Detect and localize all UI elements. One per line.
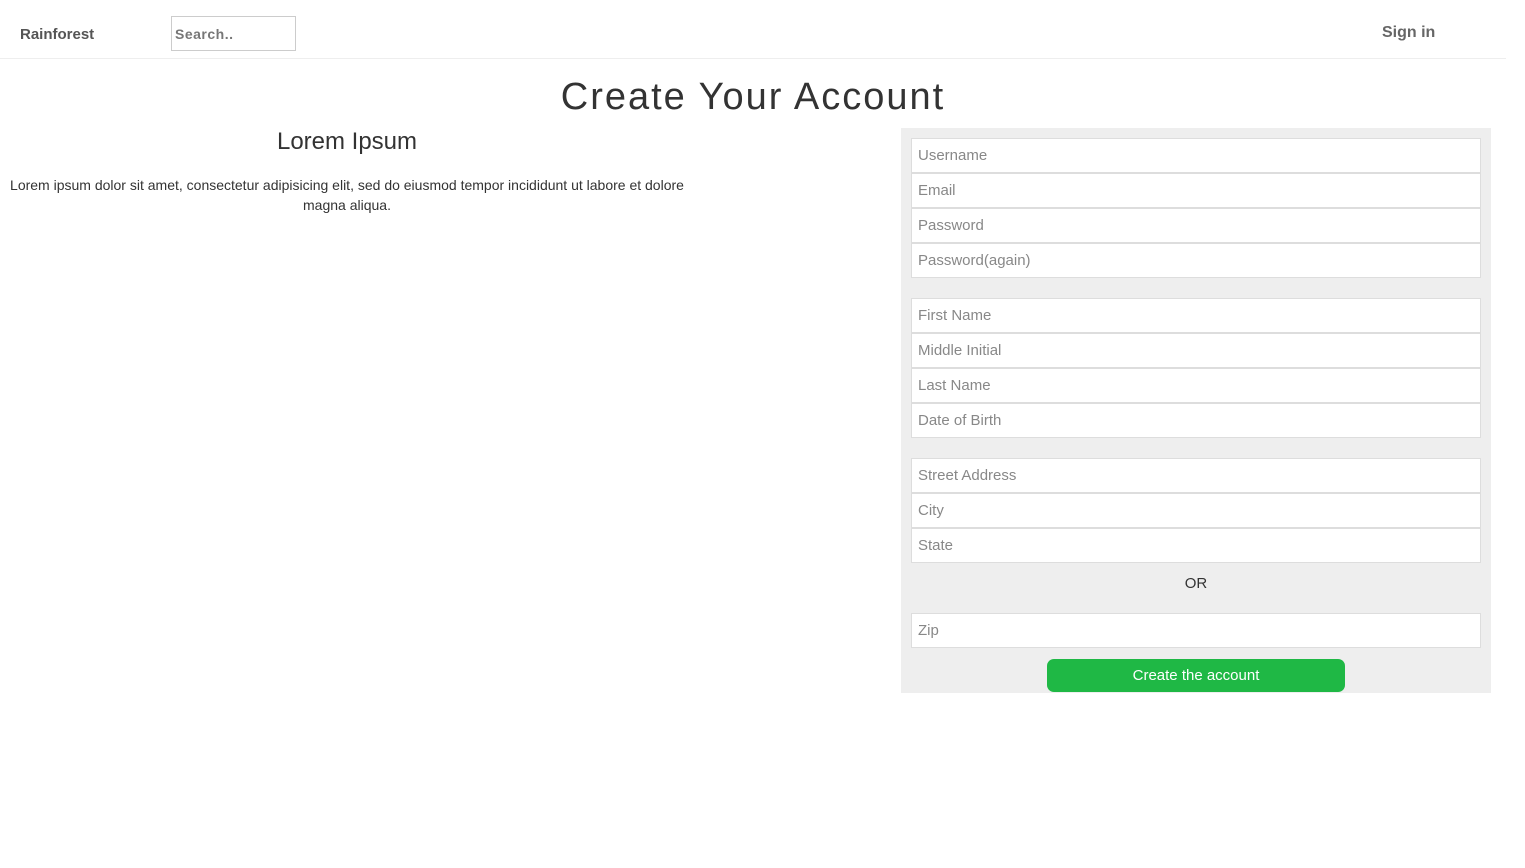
search-input[interactable] [171, 16, 296, 51]
create-account-button[interactable]: Create the account [1047, 659, 1345, 692]
page-title: Create Your Account [560, 76, 946, 118]
middle-initial-field[interactable] [911, 333, 1481, 368]
zip-field[interactable] [911, 613, 1481, 648]
intro-section: Lorem Ipsum Lorem ipsum dolor sit amet, … [0, 126, 694, 215]
address-fields-group [911, 458, 1481, 563]
or-separator: OR [1184, 575, 1208, 592]
account-fields-group [911, 138, 1481, 278]
email-field[interactable] [911, 173, 1481, 208]
sign-in-link[interactable]: Sign in [1382, 24, 1435, 42]
first-name-field[interactable] [911, 298, 1481, 333]
password-again-field[interactable] [911, 243, 1481, 278]
top-navbar: Rainforest Sign in [0, 0, 1506, 59]
signup-form: OR Create the account [901, 128, 1491, 693]
username-field[interactable] [911, 138, 1481, 173]
zip-field-group [911, 613, 1481, 648]
intro-text: Lorem ipsum dolor sit amet, consectetur … [10, 177, 684, 213]
password-field[interactable] [911, 208, 1481, 243]
personal-fields-group [911, 298, 1481, 438]
state-field[interactable] [911, 528, 1481, 563]
street-address-field[interactable] [911, 458, 1481, 493]
city-field[interactable] [911, 493, 1481, 528]
brand-logo-link[interactable]: Rainforest [20, 26, 94, 43]
last-name-field[interactable] [911, 368, 1481, 403]
intro-heading: Lorem Ipsum [276, 128, 418, 155]
date-of-birth-field[interactable] [911, 403, 1481, 438]
